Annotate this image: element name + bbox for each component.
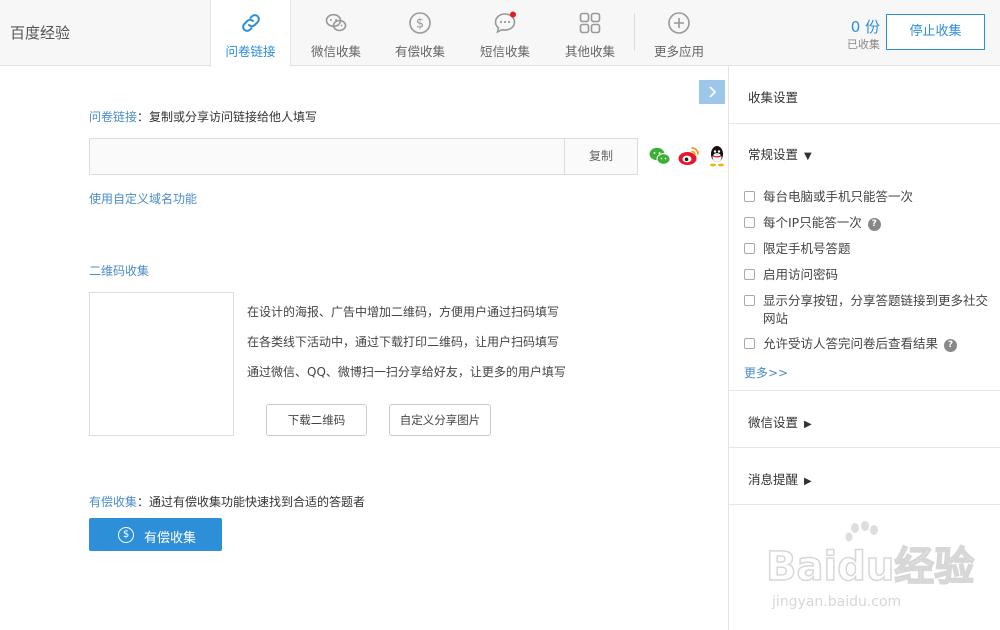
- divider: [729, 504, 1000, 505]
- tab-sms-collect[interactable]: 短信收集: [465, 0, 545, 66]
- checkbox[interactable]: [744, 217, 755, 228]
- custom-domain-link[interactable]: 使用自定义域名功能: [89, 190, 197, 207]
- qr-code-image: [89, 292, 234, 436]
- link-section-desc: ：复制或分享访问链接给他人填写: [137, 110, 318, 124]
- link-icon: [241, 14, 260, 32]
- general-settings-toggle[interactable]: 常规设置 ▼: [748, 144, 812, 163]
- option-label: 限定手机号答题: [763, 241, 851, 256]
- checkbox[interactable]: [744, 243, 755, 254]
- grid-icon: [579, 12, 601, 34]
- caret-down-icon: ▼: [804, 151, 812, 162]
- checkbox[interactable]: [744, 295, 755, 306]
- custom-share-image-button[interactable]: 自定义分享图片: [389, 404, 491, 436]
- divider: [729, 123, 1000, 124]
- checkbox[interactable]: [744, 338, 755, 349]
- dollar-icon: $: [118, 527, 134, 543]
- qr-desc-line: 在各类线下活动中，通过下载打印二维码，让用户扫码填写: [247, 335, 560, 349]
- tab-wechat-collect[interactable]: 微信收集: [296, 0, 376, 66]
- option-label-row: 每个IP只能答一次?: [763, 214, 994, 232]
- copy-button[interactable]: 复制: [564, 138, 638, 175]
- link-section-title: 问卷链接：复制或分享访问链接给他人填写: [89, 108, 317, 125]
- general-settings-label: 常规设置: [748, 147, 799, 162]
- top-bar: 百度经验 问卷链接 微信收集 $ 有偿收集 短信收集 其他收集 更多应用 0 份…: [0, 0, 1000, 67]
- wechat-icon[interactable]: [648, 144, 672, 168]
- option-share-button: 显示分享按钮，分享答题链接到更多社交网站: [744, 292, 994, 328]
- tab-label: 有偿收集: [394, 44, 445, 59]
- tab-label: 短信收集: [479, 44, 530, 59]
- qr-desc-line: 在设计的海报、广告中增加二维码，方便用户通过扫码填写: [247, 305, 560, 319]
- help-icon[interactable]: ?: [867, 218, 881, 231]
- paid-collect-button[interactable]: $ 有偿收集: [89, 518, 222, 551]
- tab-label: 其他收集: [564, 44, 615, 59]
- option-label-row: 允许受访人答完问卷后查看结果?: [763, 335, 994, 353]
- option-one-per-device: 每台电脑或手机只能答一次: [744, 188, 994, 206]
- checkbox[interactable]: [744, 191, 755, 202]
- caret-right-icon: ▶: [804, 476, 812, 487]
- panel-title: 收集设置: [748, 90, 799, 105]
- svg-text:$: $: [416, 17, 424, 32]
- wechat-settings-label: 微信设置: [748, 415, 799, 430]
- collect-settings-panel: 收集设置 常规设置 ▼ 每台电脑或手机只能答一次 每个IP只能答一次? 限定手机号…: [728, 66, 1000, 630]
- tab-label: 更多应用: [653, 44, 704, 59]
- option-label: 每个IP只能答一次: [763, 215, 862, 230]
- tab-label: 微信收集: [310, 44, 361, 59]
- paid-section-desc: ：通过有偿收集功能快速找到合适的答题者: [137, 495, 366, 509]
- stop-collect-button[interactable]: 停止收集: [886, 14, 985, 50]
- option-label: 每台电脑或手机只能答一次: [763, 189, 914, 204]
- paid-section-label: 有偿收集: [89, 495, 138, 509]
- checkbox[interactable]: [744, 269, 755, 280]
- qr-desc-line: 通过微信、QQ、微博扫一扫分享给好友，让更多的用户填写: [247, 365, 566, 379]
- qr-section-title: 二维码收集: [89, 264, 150, 278]
- caret-right-icon: ▶: [804, 419, 812, 430]
- divider: [729, 447, 1000, 448]
- option-label: 允许受访人答完问卷后查看结果: [763, 336, 939, 351]
- collapse-panel-button[interactable]: [699, 80, 725, 104]
- tab-paid-collect[interactable]: $ 有偿收集: [380, 0, 460, 66]
- option-view-results: 允许受访人答完问卷后查看结果?: [744, 335, 994, 353]
- tab-questionnaire-link[interactable]: 问卷链接: [210, 0, 291, 67]
- more-options-link[interactable]: 更多>>: [744, 364, 788, 381]
- sms-icon: [494, 11, 516, 34]
- paid-collect-button-label: 有偿收集: [144, 531, 197, 546]
- weibo-icon[interactable]: [677, 144, 701, 168]
- tab-other-collect[interactable]: 其他收集: [550, 0, 630, 66]
- help-icon[interactable]: ?: [944, 339, 958, 352]
- wechat-settings-toggle[interactable]: 微信设置 ▶: [748, 412, 812, 431]
- notification-toggle[interactable]: 消息提醒 ▶: [748, 469, 812, 488]
- dollar-icon: $: [409, 12, 431, 34]
- option-access-password: 启用访问密码: [744, 266, 994, 284]
- tab-label: 问卷链接: [225, 44, 276, 59]
- option-phone-restrict: 限定手机号答题: [744, 240, 994, 258]
- tab-more-apps[interactable]: 更多应用: [639, 0, 719, 66]
- option-label: 显示分享按钮，分享答题链接到更多社交网站: [763, 293, 989, 326]
- chevron-right-icon: [709, 86, 717, 98]
- collected-count: 0 份: [850, 18, 880, 36]
- app-title: 百度经验: [10, 24, 71, 42]
- notification-label: 消息提醒: [748, 472, 799, 487]
- page: 百度经验 问卷链接 微信收集 $ 有偿收集 短信收集 其他收集 更多应用 0 份…: [0, 0, 1000, 630]
- link-section-label: 问卷链接: [89, 110, 138, 124]
- option-one-per-ip: 每个IP只能答一次?: [744, 214, 994, 232]
- paid-section-title: 有偿收集：通过有偿收集功能快速找到合适的答题者: [89, 493, 365, 510]
- survey-link-input[interactable]: [89, 138, 565, 175]
- qq-icon[interactable]: [705, 144, 729, 168]
- tab-divider: [634, 13, 635, 51]
- wechat-icon: [325, 13, 347, 32]
- option-label: 启用访问密码: [763, 267, 839, 282]
- plus-circle-icon: [668, 12, 690, 34]
- divider: [729, 390, 1000, 391]
- collected-label: 已收集: [847, 38, 880, 51]
- download-qr-button[interactable]: 下载二维码: [266, 404, 367, 436]
